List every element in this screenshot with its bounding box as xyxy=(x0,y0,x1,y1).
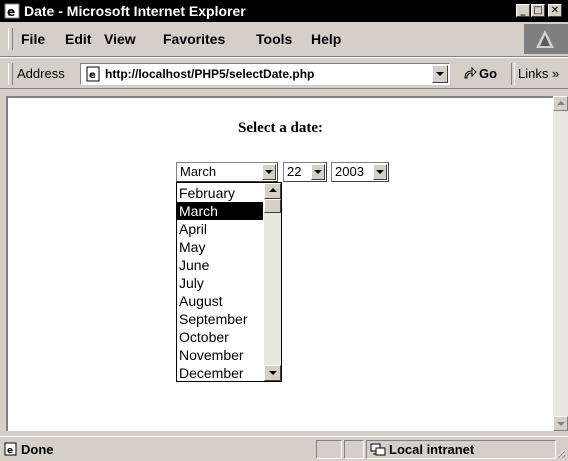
day-select-arrow-button[interactable] xyxy=(311,164,325,180)
title-bar: e Date - Microsoft Internet Explorer _ □… xyxy=(0,0,568,22)
svg-text:e: e xyxy=(7,446,13,456)
menu-favorites[interactable]: Favorites xyxy=(163,31,225,47)
month-option-september[interactable]: September xyxy=(177,310,263,328)
status-bar: e Done Local intranet xyxy=(0,436,568,461)
month-select-value: March xyxy=(180,164,217,179)
page-scrollbar[interactable] xyxy=(553,96,568,431)
dropdown-scroll-down-button[interactable] xyxy=(264,365,281,381)
security-zone-label: Local intranet xyxy=(389,442,475,457)
ie-throbber-logo xyxy=(524,24,568,54)
month-option-december[interactable]: December xyxy=(177,364,263,382)
day-select[interactable]: 22 xyxy=(283,162,327,182)
minimize-button[interactable]: _ xyxy=(516,4,530,17)
windows-logo-icon xyxy=(536,30,554,48)
resize-grip-icon[interactable] xyxy=(554,447,566,459)
go-arrow-icon[interactable] xyxy=(462,66,478,82)
month-option-november[interactable]: November xyxy=(177,346,263,364)
page-heading: Select a date: xyxy=(238,120,323,136)
month-select-arrow-button[interactable] xyxy=(262,164,276,180)
year-select[interactable]: 2003 xyxy=(331,162,389,182)
year-select-arrow-button[interactable] xyxy=(373,164,387,180)
month-option-february[interactable]: February xyxy=(177,184,263,202)
page-done-icon: e xyxy=(4,442,17,456)
address-dropdown-button[interactable] xyxy=(432,65,448,83)
day-select-value: 22 xyxy=(287,164,302,179)
menu-edit[interactable]: Edit xyxy=(65,31,91,47)
browser-window: e Date - Microsoft Internet Explorer _ □… xyxy=(0,0,568,461)
address-input[interactable]: e http://localhost/PHP5/selectDate.php xyxy=(80,63,450,85)
status-pane-1 xyxy=(316,440,342,459)
ie-page-icon: e xyxy=(4,3,20,19)
dropdown-scroll-up-button[interactable] xyxy=(264,183,281,199)
menu-tools[interactable]: Tools xyxy=(256,31,292,47)
month-option-may[interactable]: May xyxy=(177,238,263,256)
status-text: Done xyxy=(21,442,54,457)
address-url: http://localhost/PHP5/selectDate.php xyxy=(105,67,315,81)
month-options: February March April May June July Augus… xyxy=(177,184,263,382)
month-option-august[interactable]: August xyxy=(177,292,263,310)
page-icon: e xyxy=(86,66,100,82)
month-option-july[interactable]: July xyxy=(177,274,263,292)
links-button[interactable]: Links » xyxy=(518,66,559,81)
year-select-value: 2003 xyxy=(335,164,364,179)
dropdown-scroll-thumb[interactable] xyxy=(264,199,281,213)
address-bar: Address e http://localhost/PHP5/selectDa… xyxy=(0,57,568,89)
window-title: Date - Microsoft Internet Explorer xyxy=(24,3,246,19)
month-dropdown-list[interactable]: February March April May June July Augus… xyxy=(176,182,282,382)
month-option-april[interactable]: April xyxy=(177,220,263,238)
maximize-button[interactable]: □ xyxy=(531,4,545,17)
page-content: Select a date: March 22 2003 February Ma… xyxy=(6,96,553,431)
close-button[interactable]: ✕ xyxy=(548,4,562,17)
links-separator xyxy=(511,63,515,85)
month-option-june[interactable]: June xyxy=(177,256,263,274)
svg-text:e: e xyxy=(7,5,15,19)
scroll-down-button[interactable] xyxy=(553,416,568,431)
status-pane-2 xyxy=(344,440,364,459)
dropdown-scrollbar[interactable] xyxy=(264,183,281,381)
address-grip[interactable] xyxy=(8,63,13,85)
month-option-october[interactable]: October xyxy=(177,328,263,346)
svg-text:e: e xyxy=(89,70,96,81)
month-select[interactable]: March xyxy=(176,162,278,182)
address-label: Address xyxy=(17,66,65,81)
menu-view[interactable]: View xyxy=(104,31,136,47)
local-intranet-icon xyxy=(370,443,386,456)
scroll-up-button[interactable] xyxy=(553,96,568,111)
go-button[interactable]: Go xyxy=(479,66,497,81)
menu-bar: File Edit View Favorites Tools Help xyxy=(0,22,568,57)
toolbar-grip[interactable] xyxy=(8,28,13,50)
security-zone-pane: Local intranet xyxy=(366,440,556,459)
menu-file[interactable]: File xyxy=(21,31,45,47)
menu-help[interactable]: Help xyxy=(311,31,341,47)
month-option-march[interactable]: March xyxy=(177,202,263,220)
